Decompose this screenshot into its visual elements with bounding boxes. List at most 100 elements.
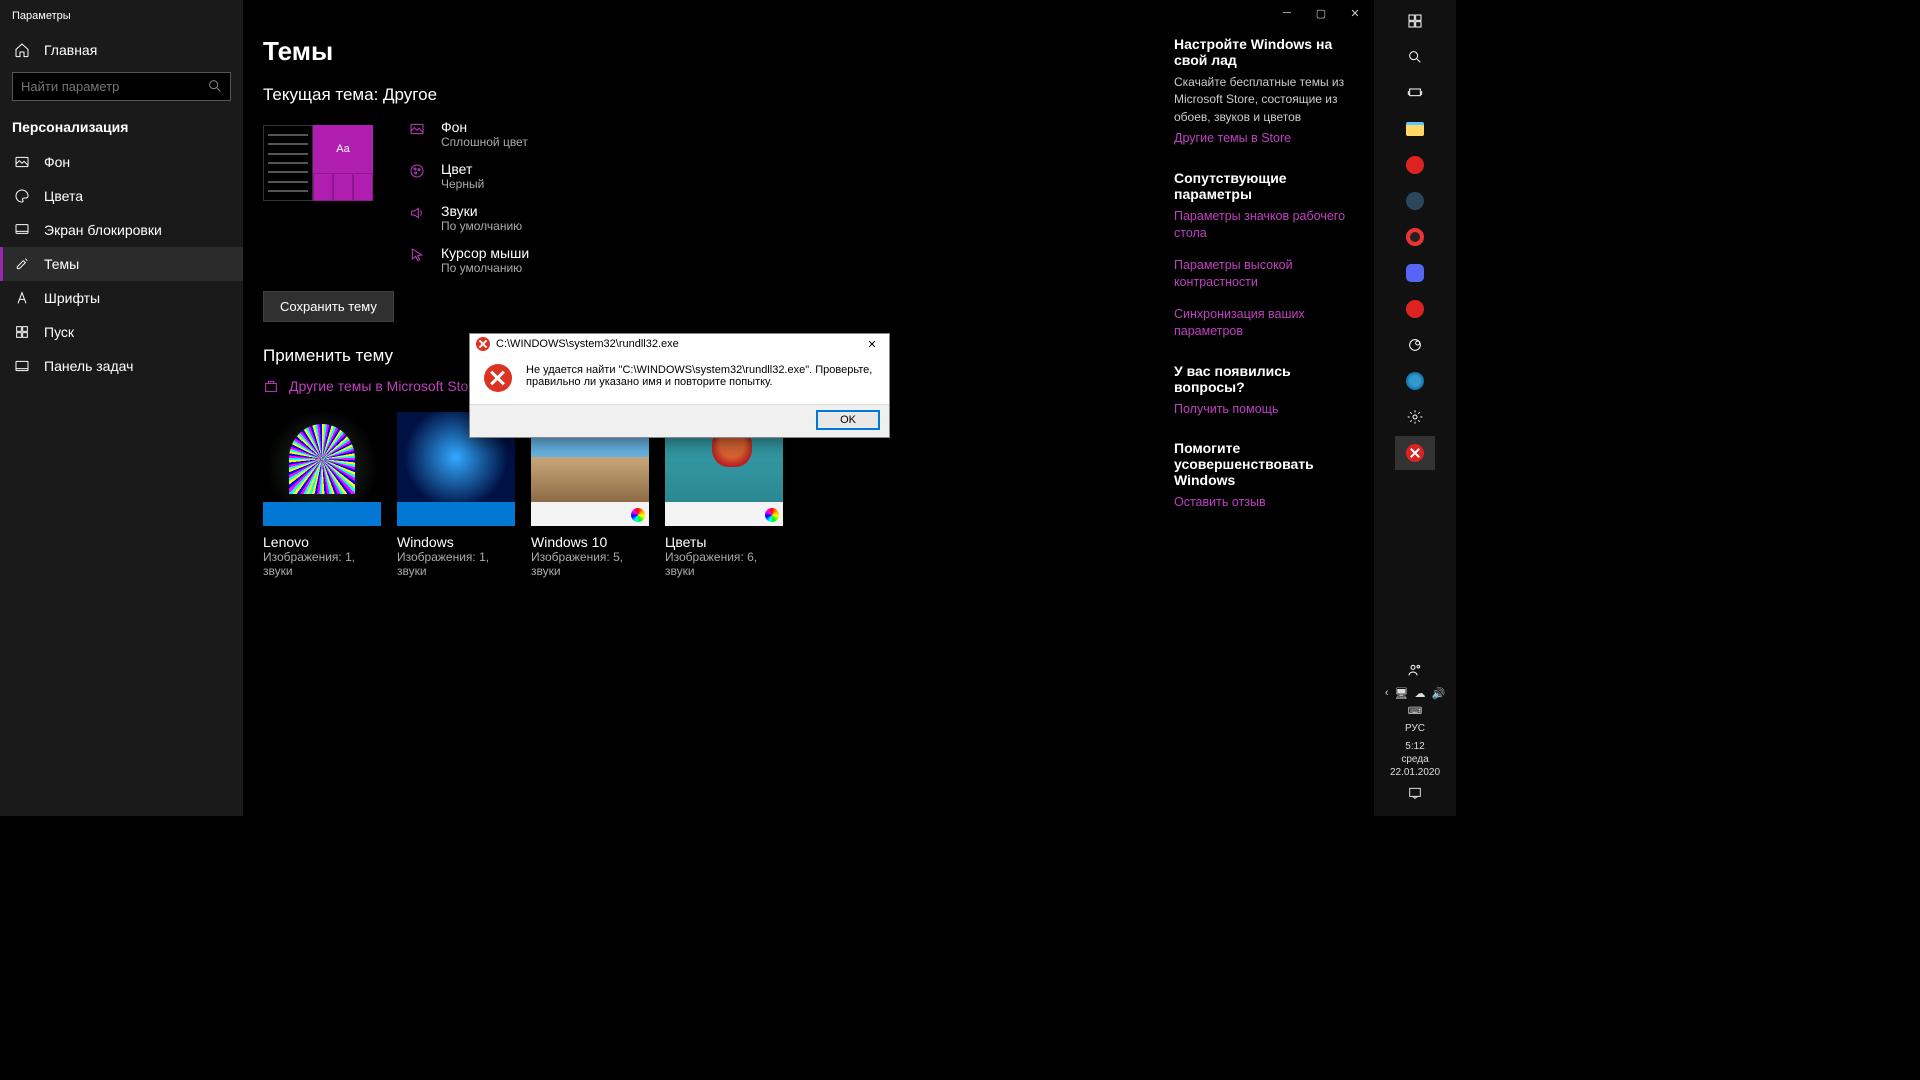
sidebar-item-background[interactable]: Фон <box>0 145 243 179</box>
taskbar-app-opera[interactable] <box>1395 220 1435 254</box>
sidebar-item-fonts[interactable]: Шрифты <box>0 281 243 315</box>
close-button[interactable]: ✕ <box>1338 0 1372 26</box>
prop-value: Сплошной цвет <box>441 135 528 149</box>
preview-desktop: Aa <box>313 125 373 201</box>
theme-prop-cursor[interactable]: Курсор мышиПо умолчанию <box>407 245 529 275</box>
minimize-button[interactable]: ─ <box>1270 0 1304 26</box>
sidebar: Параметры Главная Персонализация Фон Цве… <box>0 0 243 816</box>
brush-icon <box>14 256 30 272</box>
tray-volume-icon[interactable]: 🔊 <box>1431 687 1445 700</box>
sidebar-item-taskbar[interactable]: Панель задач <box>0 349 243 383</box>
taskbar-search-button[interactable] <box>1395 40 1435 74</box>
prop-value: По умолчанию <box>441 219 522 233</box>
theme-prop-color[interactable]: ЦветЧерный <box>407 161 529 191</box>
sidebar-item-themes[interactable]: Темы <box>0 247 243 281</box>
edge-icon <box>1406 372 1424 390</box>
aside-panel: Настройте Windows на свой лад Скачайте б… <box>1174 36 1374 816</box>
opera-icon <box>1406 228 1424 246</box>
tray-monitor-icon[interactable]: 🖥 <box>1395 687 1409 700</box>
picture-icon <box>407 121 427 137</box>
home-button[interactable]: Главная <box>0 32 243 72</box>
tray-notifications-icon[interactable] <box>1407 785 1423 804</box>
discord-icon <box>1406 264 1424 282</box>
sidebar-item-label: Темы <box>44 256 79 272</box>
tray-icons[interactable]: ‹ 🖥 ☁ 🔊 <box>1385 687 1445 700</box>
palette-icon <box>407 163 427 179</box>
clock-date: 22.01.2020 <box>1390 766 1440 779</box>
page-title: Темы <box>263 36 903 67</box>
tray-people-icon[interactable] <box>1395 659 1435 681</box>
save-theme-button[interactable]: Сохранить тему <box>263 291 394 322</box>
taskbar-app-1[interactable] <box>1395 148 1435 182</box>
search-icon <box>207 78 223 97</box>
aside-link-sync[interactable]: Синхронизация ваших параметров <box>1174 306 1348 341</box>
window-title: Параметры <box>0 6 243 32</box>
current-theme-label: Текущая тема: Другое <box>263 85 903 105</box>
taskbar-taskview-button[interactable] <box>1395 76 1435 110</box>
cursor-icon <box>407 247 427 263</box>
tray-chevron-icon[interactable]: ‹ <box>1385 687 1389 700</box>
taskbar-app-explorer[interactable] <box>1395 112 1435 146</box>
font-icon <box>14 290 30 306</box>
tray-clock[interactable]: 5:12 среда 22.01.2020 <box>1390 740 1440 779</box>
aside-customize-text: Скачайте бесплатные темы из Microsoft St… <box>1174 74 1348 126</box>
clock-day: среда <box>1390 753 1440 766</box>
error-icon <box>476 337 490 351</box>
aside-store-link[interactable]: Другие темы в Store <box>1174 130 1348 148</box>
theme-meta: Изображения: 5, звуки <box>531 550 649 578</box>
theme-preview: Aa <box>263 125 379 201</box>
theme-meta: Изображения: 1, звуки <box>263 550 381 578</box>
tray-cloud-icon[interactable]: ☁ <box>1414 687 1425 700</box>
tray-language[interactable]: РУС <box>1405 723 1425 734</box>
taskbar-app-2[interactable] <box>1395 292 1435 326</box>
theme-name: Windows <box>397 534 515 550</box>
dialog-ok-button[interactable]: OK <box>817 411 879 429</box>
aside-customize-heading: Настройте Windows на свой лад <box>1174 36 1348 68</box>
sound-icon <box>407 205 427 221</box>
taskbar-app-discord[interactable] <box>1395 256 1435 290</box>
error-icon <box>1406 444 1424 462</box>
store-link-label: Другие темы в Microsoft Store <box>289 378 481 394</box>
sidebar-item-label: Панель задач <box>44 358 133 374</box>
aside-feedback-link[interactable]: Оставить отзыв <box>1174 494 1348 512</box>
theme-card-lenovo[interactable]: Lenovo Изображения: 1, звуки <box>263 412 381 578</box>
palette-icon <box>14 188 30 204</box>
theme-meta: Изображения: 1, звуки <box>397 550 515 578</box>
prop-value: Черный <box>441 177 484 191</box>
dialog-close-button[interactable]: ✕ <box>861 338 883 351</box>
taskbar-app-steam[interactable] <box>1395 184 1435 218</box>
window-controls: ─ ▢ ✕ <box>1270 0 1372 26</box>
start-icon <box>14 324 30 340</box>
color-marker-icon <box>765 508 779 522</box>
dialog-title-text: C:\WINDOWS\system32\rundll32.exe <box>496 338 679 350</box>
dialog-footer: OK <box>470 404 889 437</box>
taskbar-app-settings[interactable] <box>1395 400 1435 434</box>
aside-improve-heading: Помогите усовершенствовать Windows <box>1174 440 1348 488</box>
aside-link-high-contrast[interactable]: Параметры высокой контрастности <box>1174 257 1348 292</box>
search-input[interactable] <box>12 72 231 101</box>
theme-prop-background[interactable]: ФонСплошной цвет <box>407 119 529 149</box>
sidebar-item-start[interactable]: Пуск <box>0 315 243 349</box>
aside-help-link[interactable]: Получить помощь <box>1174 401 1348 419</box>
dialog-titlebar[interactable]: C:\WINDOWS\system32\rundll32.exe ✕ <box>470 334 889 354</box>
sidebar-item-label: Фон <box>44 154 70 170</box>
maximize-button[interactable]: ▢ <box>1304 0 1338 26</box>
theme-name: Lenovo <box>263 534 381 550</box>
section-label: Персонализация <box>0 115 243 145</box>
sidebar-item-label: Цвета <box>44 188 83 204</box>
tray-keyboard-icon[interactable]: ⌨ <box>1408 706 1422 717</box>
dialog-message: Не удается найти "C:\WINDOWS\system32\ru… <box>526 364 875 392</box>
start-button[interactable] <box>1395 4 1435 38</box>
error-dialog: C:\WINDOWS\system32\rundll32.exe ✕ Не уд… <box>469 333 890 438</box>
sidebar-item-lockscreen[interactable]: Экран блокировки <box>0 213 243 247</box>
taskbar-app-error[interactable] <box>1395 436 1435 470</box>
aside-related-heading: Сопутствующие параметры <box>1174 170 1348 202</box>
sidebar-item-label: Пуск <box>44 324 74 340</box>
taskbar-app-edge[interactable] <box>1395 364 1435 398</box>
sidebar-item-colors[interactable]: Цвета <box>0 179 243 213</box>
app-icon <box>1406 156 1424 174</box>
aside-link-desktop-icons[interactable]: Параметры значков рабочего стола <box>1174 208 1348 243</box>
aside-questions-heading: У вас появились вопросы? <box>1174 363 1348 395</box>
taskbar-app-3[interactable] <box>1395 328 1435 362</box>
theme-prop-sounds[interactable]: ЗвукиПо умолчанию <box>407 203 529 233</box>
